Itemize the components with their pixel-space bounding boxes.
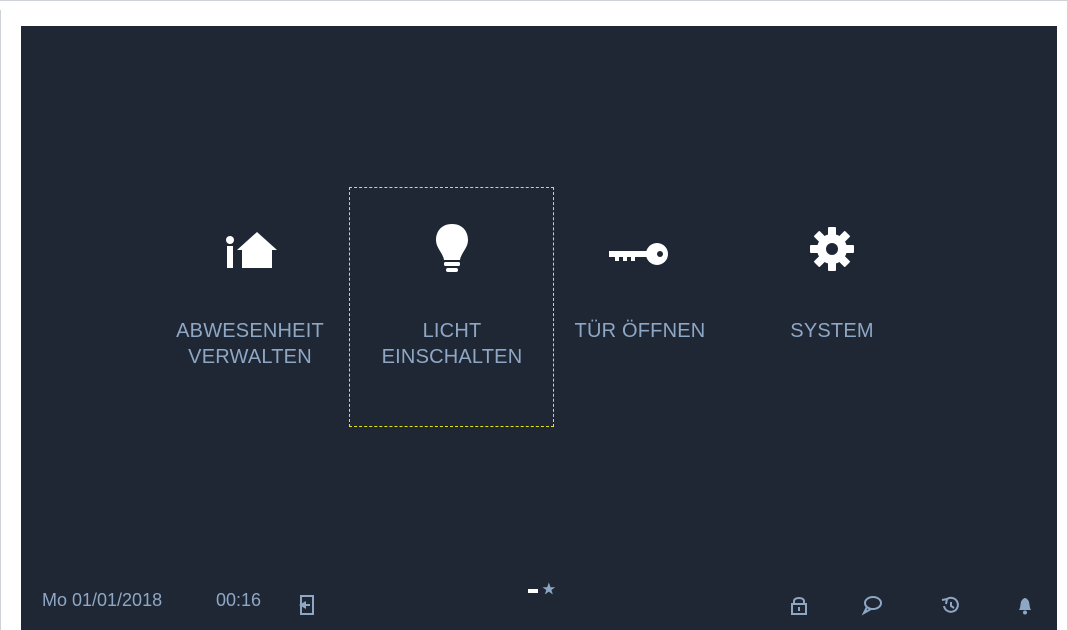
tile-abwesenheit-verwalten[interactable]: ABWESENHEIT VERWALTEN xyxy=(150,218,350,378)
page-indicator[interactable] xyxy=(528,582,568,603)
tile-label-line1: TÜR ÖFFNEN xyxy=(574,320,706,342)
tile-label-line1: SYSTEM xyxy=(790,320,874,342)
tile-label-line1: ABWESENHEIT xyxy=(176,320,324,342)
bell-icon[interactable] xyxy=(1014,594,1036,621)
tile-tuer-oeffnen[interactable]: TÜR ÖFFNEN xyxy=(540,218,740,378)
tile-label: TÜR ÖFFNEN xyxy=(540,318,740,344)
history-icon[interactable] xyxy=(939,594,961,621)
status-time: 00:16 xyxy=(216,590,262,610)
tile-label-line2: VERWALTEN xyxy=(188,346,312,368)
tile-licht-einschalten[interactable]: LICHT EINSCHALTEN xyxy=(352,218,552,378)
favorites-star-icon[interactable] xyxy=(542,582,556,595)
gear-icon xyxy=(807,224,857,274)
lock-icon[interactable] xyxy=(788,594,810,621)
status-date: Mo 01/01/2018 xyxy=(42,590,163,610)
window-border-left xyxy=(0,10,10,630)
page-dot-current[interactable] xyxy=(528,589,538,593)
tile-system[interactable]: SYSTEM xyxy=(732,218,932,378)
tile-label: ABWESENHEIT VERWALTEN xyxy=(150,318,350,370)
exit-icon[interactable] xyxy=(294,594,316,621)
tile-label-line1: LICHT xyxy=(422,320,482,342)
light-bulb-icon xyxy=(432,220,472,276)
tile-label: SYSTEM xyxy=(732,318,932,344)
tile-label-line2: EINSCHALTEN xyxy=(381,346,523,368)
key-icon xyxy=(605,238,675,268)
message-icon[interactable] xyxy=(861,594,883,621)
tile-label: LICHT EINSCHALTEN xyxy=(352,318,552,370)
page-indicator-graphic xyxy=(528,582,556,595)
window-border-top xyxy=(0,0,1067,10)
away-home-icon xyxy=(220,226,280,276)
